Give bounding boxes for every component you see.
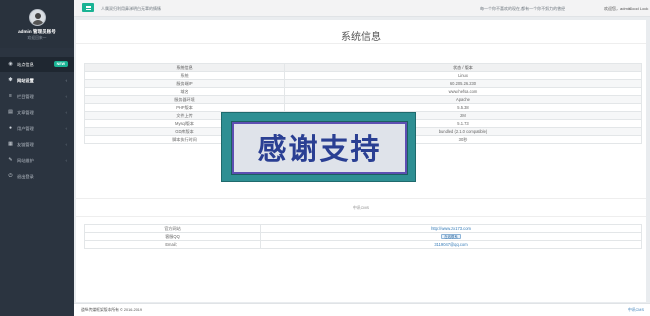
row-label: 官方网站 [84, 224, 261, 233]
sidebar-item-users[interactable]: ● 用户管理 ‹ [0, 121, 74, 136]
user-icon: ● [8, 125, 13, 131]
new-badge: NEW [53, 61, 68, 67]
row-value: 60.205.26.230 [284, 79, 642, 88]
row-label: 服务器环境 [84, 95, 285, 104]
row-value-cell: 3119047@qq.com [260, 240, 642, 249]
sidebar-item-label: 栏目管理 [17, 94, 34, 99]
row-label: 系统 [84, 71, 285, 80]
sidebar-item-site-settings[interactable]: ✱ 网站设置 ‹ [0, 73, 74, 88]
menu-toggle-button[interactable] [82, 3, 94, 12]
avatar[interactable] [29, 9, 46, 26]
wrench-icon: ✎ [8, 157, 13, 163]
row-label: 客服QQ [84, 232, 261, 241]
chevron-icon: ‹ [65, 94, 68, 99]
chevron-icon: ‹ [65, 142, 68, 147]
official-site-link[interactable]: http://www.zx173.com [431, 226, 471, 231]
sidebar-item-label: 友链管理 [17, 142, 34, 147]
row-value: 5.5.38 [284, 103, 642, 112]
table-icon: ▦ [8, 141, 13, 147]
table-row: 域名 www.hefsa.com [84, 87, 642, 96]
divider [76, 43, 646, 44]
table-row: 客服QQ 在线联系 [84, 232, 642, 241]
row-label: PHP版本 [84, 103, 285, 112]
profile-subtitle: 欢迎回来一 [27, 36, 47, 40]
contact-info-table: 官方网站 http://www.zx173.com 客服QQ 在线联系 Emai… [84, 224, 642, 249]
sidebar-item-label: 退出登录 [17, 174, 34, 179]
footer: 道纵传媒框架版本所有 © 2016-2019 中讯CMS [74, 303, 650, 316]
chevron-icon: ‹ [65, 110, 68, 115]
footer-cms-link[interactable]: 中讯CMS [628, 308, 644, 313]
chevron-icon: ‹ [65, 126, 68, 131]
row-label: Email： [84, 240, 261, 249]
cms-label: 中讯CMS [352, 206, 370, 210]
thanks-banner: 感谢支持 [221, 112, 416, 182]
bars-icon: ≡ [9, 93, 12, 99]
sidebar-item-site-info[interactable]: ◉ 站点信息 NEW [0, 57, 74, 72]
file-icon: ▤ [8, 109, 13, 115]
sidebar-item-label: 网站设置 [17, 78, 34, 83]
column-header: 状态 / 版本 [284, 63, 642, 72]
table-row: PHP版本 5.5.38 [84, 103, 642, 112]
lock-link[interactable]: Good Lock [629, 6, 648, 11]
table-row: 官方网站 http://www.zx173.com [84, 224, 642, 233]
wifi-icon: ◉ [8, 61, 13, 67]
app-root: admin 管理员账号 欢迎回来一 ◉ 站点信息 NEW ✱ 网站设置 ‹ ≡ … [0, 0, 650, 316]
divider [76, 198, 646, 199]
top-navbar: 人属双归利用鼻涕明白无辜的情愫 每一个你不喜欢的现在,都有一个你不努力的曾经 欢… [74, 0, 650, 17]
banner-text: 感谢支持 [257, 132, 382, 166]
sidebar-item-label: 网站维护 [17, 158, 34, 163]
sidebar-item-label: 站点信息 [17, 62, 34, 67]
sidebar-item-label: 文章管理 [17, 110, 34, 115]
profile-name[interactable]: admin 管理员账号 [0, 29, 74, 35]
divider [76, 216, 646, 217]
row-label: 域名 [84, 87, 285, 96]
profile-area: admin 管理员账号 欢迎回来一 [0, 0, 74, 48]
row-label: 服务端IP [84, 79, 285, 88]
page-title: 系统信息 [341, 32, 381, 43]
welcome-text: 欢迎您，admin [604, 6, 631, 11]
column-header: 系统信息 [84, 63, 285, 72]
table-row: 服务端IP 60.205.26.230 [84, 79, 642, 88]
profile-username: admin [18, 29, 32, 34]
profile-role: 管理员账号 [32, 29, 56, 34]
top-right-slogan: 每一个你不喜欢的现在,都有一个你不努力的曾经 [480, 6, 566, 11]
sidebar-item-logout[interactable]: ⏻ 退出登录 [0, 169, 74, 184]
sidebar-item-articles[interactable]: ▤ 文章管理 ‹ [0, 105, 74, 120]
sidebar-item-maintenance[interactable]: ✎ 网站维护 ‹ [0, 153, 74, 168]
row-value-cell: http://www.zx173.com [260, 224, 642, 233]
chevron-icon: ‹ [65, 78, 68, 83]
email-link[interactable]: 3119047@qq.com [434, 242, 467, 247]
top-left-slogan: 人属双归利用鼻涕明白无辜的情愫 [101, 6, 161, 11]
table-row: 系统 Linux [84, 71, 642, 80]
qq-contact-button[interactable]: 在线联系 [441, 234, 461, 239]
row-value: www.hefsa.com [284, 87, 642, 96]
sidebar-item-links[interactable]: ▦ 友链管理 ‹ [0, 137, 74, 152]
row-value: Linux [284, 71, 642, 80]
sidebar-item-label: 用户管理 [17, 126, 34, 131]
table-row: 服务器环境 Apache [84, 95, 642, 104]
row-value-cell: 在线联系 [260, 232, 642, 241]
banner-inner: 感谢支持 [232, 122, 407, 174]
gear-icon: ✱ [8, 77, 13, 83]
table-header-row: 系统信息 状态 / 版本 [84, 63, 642, 72]
sidebar-item-columns[interactable]: ≡ 栏目管理 ‹ [0, 89, 74, 104]
sidebar: admin 管理员账号 欢迎回来一 ◉ 站点信息 NEW ✱ 网站设置 ‹ ≡ … [0, 0, 74, 316]
row-value: Apache [284, 95, 642, 104]
table-row: Email： 3119047@qq.com [84, 240, 642, 249]
power-icon: ⏻ [8, 173, 13, 179]
copyright-text: 道纵传媒框架版本所有 © 2016-2019 [81, 308, 143, 312]
chevron-icon: ‹ [65, 158, 68, 163]
